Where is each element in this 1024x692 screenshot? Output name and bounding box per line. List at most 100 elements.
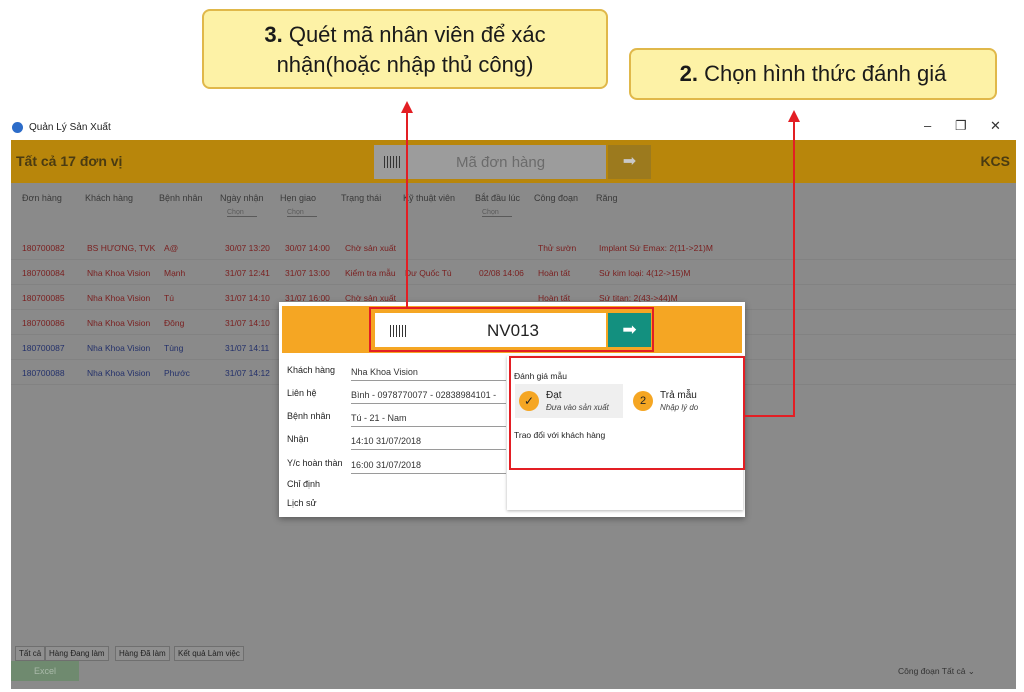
tab-in-progress[interactable]: Hàng Đang làm	[45, 646, 109, 661]
field-required-finish-value[interactable]: 16:00 31/07/2018	[351, 460, 506, 474]
cell-stage: Thử sườn	[538, 243, 577, 253]
field-required-finish: Y/c hoàn thàn 16:00 31/07/2018	[287, 453, 506, 475]
station-label: KCS	[980, 153, 1010, 169]
field-contact: Liên hệ Bình - 0978770077 - 02838984101 …	[287, 383, 506, 405]
minimize-button[interactable]: –	[924, 118, 931, 133]
col-order[interactable]: Đơn hàng	[22, 193, 62, 203]
cell-received: 30/07 13:20	[225, 243, 270, 253]
callout-step-3-text-1: Quét mã nhân viên để xác	[288, 22, 546, 47]
arrow-step-3-head	[401, 101, 413, 113]
order-search-go-button[interactable]: ➡	[608, 145, 651, 179]
table-row[interactable]: 180700084 Nha Khoa Vision Mạnh 31/07 12:41 3…	[11, 260, 1016, 285]
field-received: Nhận 14:10 31/07/2018	[287, 429, 506, 451]
close-button[interactable]: ✕	[990, 118, 1001, 134]
cell-patient: Tùng	[164, 343, 184, 353]
start-filter[interactable]: Chọn	[482, 209, 512, 217]
window-title: Quản Lý Sản Xuất	[29, 122, 111, 133]
cell-patient: Tú	[164, 293, 174, 303]
col-patient[interactable]: Bệnh nhân	[159, 193, 203, 203]
highlight-evaluation-panel	[509, 356, 745, 470]
tab-all[interactable]: Tất cả	[15, 646, 46, 661]
cell-order: 180700085	[22, 293, 65, 303]
stage-select[interactable]: Công đoạn Tất cả ⌄	[898, 666, 975, 677]
received-filter[interactable]: Chọn	[227, 209, 257, 217]
col-status[interactable]: Trạng thái	[341, 193, 381, 203]
col-technician[interactable]: Kỹ thuật viên	[403, 193, 455, 203]
field-history-label: Lịch sử	[287, 498, 317, 508]
cell-customer: Nha Khoa Vision	[87, 343, 151, 353]
col-customer[interactable]: Khách hàng	[85, 193, 133, 203]
cell-patient: Phước	[164, 368, 190, 378]
cell-customer: BS HƯƠNG, TVK	[87, 243, 156, 253]
callout-step-3-text-2: nhận(hoặc nhập thủ công)	[276, 52, 534, 77]
cell-patient: Mạnh	[164, 268, 186, 278]
field-customer-label: Khách hàng	[287, 365, 336, 375]
field-prescription-label: Chỉ định	[287, 479, 321, 489]
cell-received: 31/07 14:12	[225, 368, 270, 378]
table-row[interactable]: 180700082 BS HƯƠNG, TVK A@ 30/07 13:20 30/07…	[11, 235, 1016, 260]
cell-received: 31/07 12:41	[225, 268, 270, 278]
field-contact-label: Liên hệ	[287, 388, 317, 398]
col-start[interactable]: Bắt đầu lúc	[475, 193, 520, 203]
order-search-placeholder: Mã đơn hàng	[456, 154, 546, 171]
stage-select-label: Công đoạn Tất cả	[898, 666, 966, 676]
cell-teeth: Sứ kim loại: 4(12->15)M	[599, 268, 691, 278]
maximize-button[interactable]: ❐	[955, 118, 967, 134]
col-received[interactable]: Ngày nhận	[220, 193, 264, 203]
cell-order: 180700087	[22, 343, 65, 353]
field-received-label: Nhận	[287, 434, 309, 444]
cell-patient: Đông	[164, 318, 185, 328]
tab-done[interactable]: Hàng Đã làm	[115, 646, 170, 661]
field-received-value[interactable]: 14:10 31/07/2018	[351, 436, 506, 450]
field-history: Lịch sử	[287, 493, 505, 515]
arrow-step-2-connector	[745, 415, 794, 417]
cell-received: 31/07 14:10	[225, 318, 270, 328]
cell-start: 02/08 14:06	[479, 268, 524, 278]
bottom-tab-bar: Tất cả Hàng Đang làm Hàng Đã làm Kết quả…	[11, 646, 1016, 661]
field-required-finish-label: Y/c hoàn thàn	[287, 458, 343, 468]
chevron-down-icon: ⌄	[967, 666, 975, 676]
cell-due: 30/07 14:00	[285, 243, 330, 253]
field-contact-value[interactable]: Bình - 0978770077 - 02838984101 -	[351, 390, 506, 404]
tab-work-results[interactable]: Kết quả Làm việc	[174, 646, 244, 661]
arrow-step-3-line	[406, 109, 408, 308]
callout-step-2-number: 2.	[679, 61, 698, 86]
arrow-step-2-line	[793, 118, 795, 417]
cell-customer: Nha Khoa Vision	[87, 293, 151, 303]
field-patient: Bệnh nhân Tú - 21 - Nam	[287, 406, 506, 428]
highlight-employee-input	[369, 307, 654, 352]
callout-step-3: 3. Quét mã nhân viên để xác nhận(hoặc nh…	[202, 9, 608, 89]
col-due[interactable]: Hẹn giao	[280, 193, 316, 203]
excel-button[interactable]: Excel	[11, 661, 79, 681]
title-bar: Quản Lý Sản Xuất – ❐ ✕	[7, 115, 1020, 140]
cell-patient: A@	[164, 243, 179, 253]
cell-status: Kiểm tra mẫu	[345, 268, 396, 278]
cell-order: 180700084	[22, 268, 65, 278]
field-patient-value[interactable]: Tú - 21 - Nam	[351, 413, 506, 427]
cell-due: 31/07 13:00	[285, 268, 330, 278]
col-stage[interactable]: Công đoạn	[534, 193, 578, 203]
cell-received: 31/07 14:11	[225, 343, 270, 353]
top-toolbar: Tất cả 17 đơn vị Mã đơn hàng ➡ KCS	[11, 140, 1016, 183]
cell-order: 180700082	[22, 243, 65, 253]
col-teeth[interactable]: Răng	[596, 193, 618, 203]
cell-order: 180700088	[22, 368, 65, 378]
barcode-icon	[384, 156, 402, 168]
cell-teeth: Implant Sứ Emax: 2(11->21)M	[599, 243, 713, 253]
cell-stage: Hoàn tất	[538, 268, 571, 278]
cell-tech: Dư Quốc Tú	[405, 268, 452, 278]
field-customer-value[interactable]: Nha Khoa Vision	[351, 367, 506, 381]
cell-received: 31/07 14:10	[225, 293, 270, 303]
app-logo-icon	[12, 122, 23, 133]
callout-step-2: 2. Chọn hình thức đánh giá	[629, 48, 997, 100]
due-filter[interactable]: Chọn	[287, 209, 317, 217]
unit-count: Tất cả 17 đơn vị	[16, 153, 123, 169]
cell-customer: Nha Khoa Vision	[87, 268, 151, 278]
callout-step-3-number: 3.	[264, 22, 283, 47]
callout-step-2-text: Chọn hình thức đánh giá	[704, 61, 947, 86]
order-search-input[interactable]: Mã đơn hàng	[374, 145, 606, 179]
cell-customer: Nha Khoa Vision	[87, 318, 151, 328]
field-customer: Khách hàng Nha Khoa Vision	[287, 360, 506, 382]
cell-status: Chờ sản xuất	[345, 243, 396, 253]
arrow-step-2-head	[788, 110, 800, 122]
